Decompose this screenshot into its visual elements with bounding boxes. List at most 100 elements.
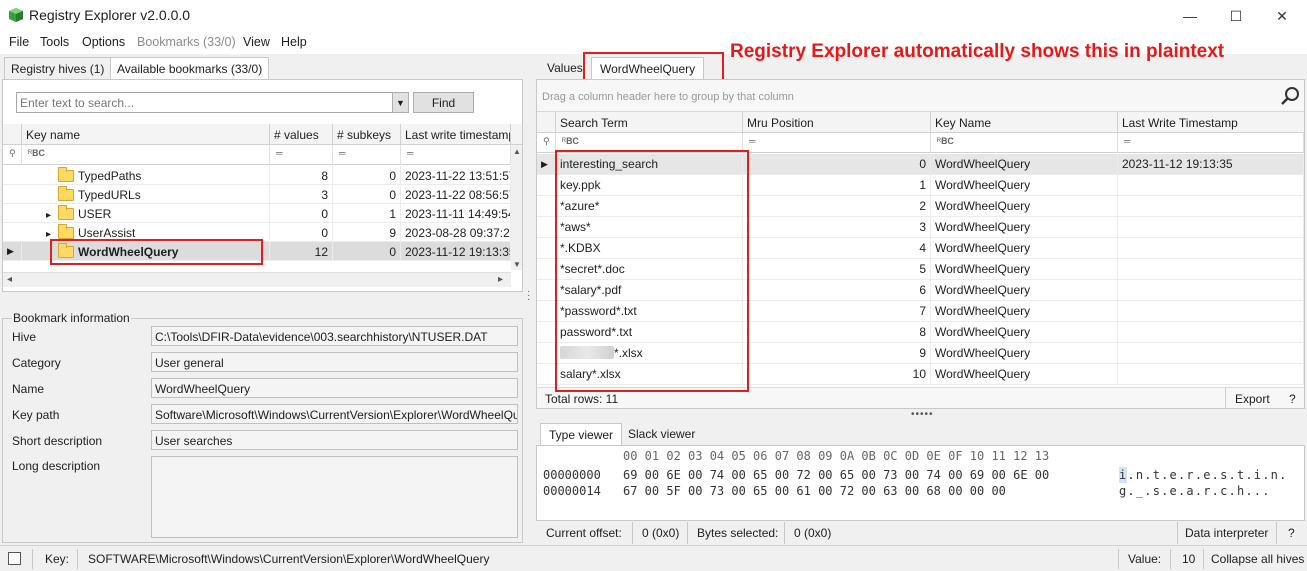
short-desc-field[interactable]: User searches [151, 430, 518, 450]
category-label: Category [12, 356, 61, 370]
menu-help[interactable]: Help [281, 35, 307, 49]
search-input[interactable]: Enter text to search... [16, 92, 394, 113]
close-button[interactable]: ✕ [1259, 0, 1305, 32]
group-panel: Drag a column header here to group by th… [537, 80, 1304, 112]
table-row[interactable]: TypedPaths 8 0 2023-11-22 13:51:57 [3, 166, 511, 185]
hex-ascii: g._.s.e.a.r.c.h... [1119, 484, 1271, 498]
bookmark-grid: Key name # values # subkeys Last write t… [3, 124, 522, 292]
folder-icon [58, 224, 74, 239]
bytes-selected-value: 0 (0x0) [794, 526, 832, 540]
status-bar: Key: SOFTWARE\Microsoft\Windows\CurrentV… [0, 545, 1307, 571]
col-key-name[interactable]: Key Name [931, 112, 1118, 133]
keypath-field[interactable]: Software\Microsoft\Windows\CurrentVersio… [151, 404, 518, 424]
status-key-value: SOFTWARE\Microsoft\Windows\CurrentVersio… [88, 552, 490, 566]
table-row[interactable]: TypedURLs 3 0 2023-11-22 08:56:57 [3, 185, 511, 204]
splitter-grip-icon[interactable]: ••••• [911, 409, 934, 420]
col-key-name[interactable]: Key name [22, 124, 270, 145]
find-button[interactable]: Find [413, 92, 474, 113]
scroll-down-icon[interactable]: ▼ [513, 260, 521, 269]
collapse-all-hives-button[interactable]: Collapse all hives [1211, 552, 1304, 566]
maximize-button[interactable]: ☐ [1213, 0, 1259, 32]
chevron-down-icon: ▼ [396, 97, 405, 108]
row-indicator-icon: ▶ [3, 242, 22, 261]
menu-bookmarks[interactable]: Bookmarks (33/0) [137, 35, 236, 49]
help-button[interactable]: ? [1288, 526, 1295, 540]
filter-key-name[interactable]: ᴿ𝐁𝐂 [931, 133, 1118, 153]
current-offset-value: 0 (0x0) [642, 526, 680, 540]
name-field[interactable]: WordWheelQuery [151, 378, 518, 398]
filter-timestamp[interactable]: ═ [1118, 133, 1304, 153]
highlight-box [555, 150, 749, 392]
col-search-term[interactable]: Search Term [556, 112, 743, 133]
status-value-label: Value: [1128, 552, 1162, 566]
menu-options[interactable]: Options [82, 35, 125, 49]
long-desc-field[interactable] [151, 456, 518, 538]
hex-bytes: 69 00 6E 00 74 00 65 00 72 00 65 00 73 0… [623, 468, 1050, 482]
tab-available-bookmarks[interactable]: Available bookmarks (33/0) [110, 57, 270, 79]
offset-bar: Current offset: 0 (0x0) Bytes selected: … [536, 522, 1305, 544]
hex-offset: 00000014 [543, 484, 601, 498]
search-icon[interactable] [1280, 86, 1300, 106]
category-field[interactable]: User general [151, 352, 518, 372]
horizontal-scrollbar[interactable]: ◂ ▸ [3, 272, 511, 287]
total-rows: Total rows: 11 [545, 392, 619, 406]
folder-icon [58, 205, 74, 220]
tab-values[interactable]: Values [541, 57, 589, 79]
hex-column-header: 00 01 02 03 04 05 06 07 08 09 0A 0B 0C 0… [623, 449, 1050, 463]
status-value: 10 [1182, 552, 1196, 566]
hive-label: Hive [12, 330, 37, 344]
filter-subkeys[interactable]: ═ [333, 145, 401, 165]
hex-bytes: 67 00 5F 00 73 00 65 00 61 00 72 00 63 0… [623, 484, 1006, 498]
hive-field[interactable]: C:\Tools\DFIR-Data\evidence\003.searchhi… [151, 326, 518, 346]
filter-key-name[interactable]: ᴿ𝐁𝐂 [22, 145, 270, 165]
menu-view[interactable]: View [243, 35, 270, 49]
folder-icon [58, 186, 74, 201]
help-button[interactable]: ? [1289, 392, 1296, 406]
status-checkbox[interactable] [8, 552, 21, 565]
current-offset-label: Current offset: [546, 526, 622, 540]
minimize-button[interactable]: — [1167, 0, 1213, 32]
table-row[interactable]: ▸ USER 0 1 2023-11-11 14:49:54 [3, 204, 511, 223]
filter-mru[interactable]: ═ [743, 133, 931, 153]
status-key-label: Key: [45, 552, 70, 566]
menu-tools[interactable]: Tools [40, 35, 69, 49]
col-last-write-timestamp[interactable]: Last Write Timestamp [1118, 112, 1304, 133]
filter-last-write[interactable]: ═ [401, 145, 511, 165]
bytes-selected-label: Bytes selected: [697, 526, 779, 540]
export-button[interactable]: Export [1235, 392, 1270, 406]
col-last-write[interactable]: Last write timestamp [401, 124, 511, 145]
group-hint: Drag a column header here to group by th… [542, 91, 794, 103]
tab-registry-hives[interactable]: Registry hives (1) [4, 57, 112, 79]
filter-icon: ⚲ [537, 133, 556, 153]
long-desc-label: Long description [12, 459, 101, 473]
col-values[interactable]: # values [270, 124, 333, 145]
keypath-label: Key path [12, 408, 60, 422]
bookmark-info-title: Bookmark information [12, 311, 131, 325]
folder-icon [58, 167, 74, 182]
menu-file[interactable]: File [9, 35, 29, 49]
scroll-right-icon[interactable]: ▸ [498, 274, 503, 285]
vertical-scrollbar[interactable]: ▲ ▼ [511, 145, 522, 270]
col-subkeys[interactable]: # subkeys [333, 124, 401, 145]
title-bar: Registry Explorer v2.0.0.0 — ☐ ✕ [0, 0, 1307, 32]
filter-values[interactable]: ═ [270, 145, 333, 165]
annotation-text: Registry Explorer automatically shows th… [730, 41, 1225, 62]
name-label: Name [12, 382, 45, 396]
scroll-up-icon[interactable]: ▲ [513, 147, 521, 156]
hex-viewer[interactable]: 00 01 02 03 04 05 06 07 08 09 0A 0B 0C 0… [536, 445, 1305, 521]
highlight-box [50, 239, 263, 265]
window-title: Registry Explorer v2.0.0.0 [29, 7, 191, 23]
bookmark-grid-header: Key name # values # subkeys Last write t… [3, 124, 522, 145]
scroll-left-icon[interactable]: ◂ [7, 274, 12, 285]
short-desc-label: Short description [12, 434, 103, 448]
bookmark-filter-row: ⚲ ᴿ𝐁𝐂 ═ ═ ═ [3, 145, 511, 165]
splitter-grip-icon[interactable]: · · · [527, 287, 530, 305]
expand-arrow-icon[interactable]: ▸ [46, 210, 58, 221]
tab-slack-viewer[interactable]: Slack viewer [620, 423, 703, 445]
data-interpreter-button[interactable]: Data interpreter [1185, 526, 1268, 540]
tab-type-viewer[interactable]: Type viewer [540, 423, 623, 445]
hex-offset: 00000000 [543, 468, 601, 482]
values-grid-header: Search Term Mru Position Key Name Last W… [537, 112, 1304, 133]
search-dropdown-button[interactable]: ▼ [392, 92, 409, 113]
col-mru-position[interactable]: Mru Position [743, 112, 931, 133]
